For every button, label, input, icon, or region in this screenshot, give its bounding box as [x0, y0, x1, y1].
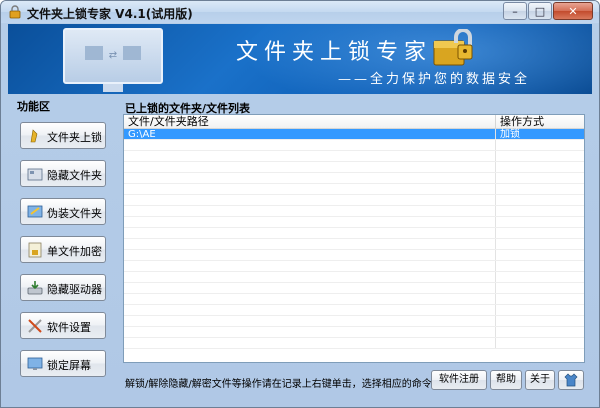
row-op: 加锁: [500, 129, 520, 140]
disguise-folder-icon: [27, 205, 43, 218]
app-lock-icon: [9, 5, 21, 19]
hide-drive-label: 隐藏驱动器: [47, 283, 102, 296]
empty-row: [124, 283, 584, 294]
title-bar[interactable]: 文件夹上锁专家 V4.1(试用版) – □ ✕: [1, 1, 599, 23]
window-title: 文件夹上锁专家 V4.1(试用版): [27, 7, 193, 21]
banner-lock-icon: [433, 29, 473, 66]
header-banner: ⇄ 文件夹上锁专家 ——全力保护您的数据安全: [8, 24, 592, 94]
hide-drive-button[interactable]: 隐藏驱动器: [20, 274, 106, 301]
minimize-button[interactable]: –: [503, 2, 527, 20]
disguise-folder-button[interactable]: 伪装文件夹: [20, 198, 106, 225]
function-panel-title: 功能区: [17, 100, 50, 113]
column-op-header[interactable]: 操作方式: [496, 115, 584, 128]
file-encrypt-icon: [28, 242, 42, 258]
empty-row: [124, 162, 584, 173]
empty-row: [124, 272, 584, 283]
settings-tools-icon: [28, 319, 42, 333]
empty-row: [124, 250, 584, 261]
maximize-button[interactable]: □: [528, 2, 552, 20]
column-path-header[interactable]: 文件/文件夹路径: [124, 115, 496, 128]
empty-row: [124, 305, 584, 316]
empty-row: [124, 228, 584, 239]
skin-button[interactable]: [558, 370, 584, 390]
list-header: 文件/文件夹路径 操作方式: [124, 115, 584, 129]
row-path: G:\AE: [124, 129, 496, 140]
monitor-graphic: ⇄: [63, 28, 163, 92]
empty-row: [124, 338, 584, 349]
table-row[interactable]: G:\AE 加锁: [124, 129, 584, 140]
usage-hint: 解锁/解除隐藏/解密文件等操作请在记录上右键单击，选择相应的命令。: [125, 379, 442, 390]
empty-row: [124, 316, 584, 327]
register-button[interactable]: 软件注册: [431, 370, 487, 390]
disguise-folder-label: 伪装文件夹: [47, 207, 102, 220]
banner-title: 文件夹上锁专家: [236, 40, 433, 65]
function-panel: 功能区 文件夹上锁 隐藏文件夹 伪装文件夹 单文件加密 隐藏驱动器 软件设置 锁…: [13, 98, 113, 388]
empty-row: [124, 151, 584, 162]
hide-drive-icon: [27, 281, 43, 295]
file-encrypt-label: 单文件加密: [47, 245, 102, 258]
empty-row: [124, 184, 584, 195]
folder-lock-button[interactable]: 文件夹上锁: [20, 122, 106, 149]
empty-row: [124, 239, 584, 250]
hide-folder-button[interactable]: 隐藏文件夹: [20, 160, 106, 187]
lock-screen-icon: [27, 357, 43, 370]
empty-row: [124, 195, 584, 206]
file-encrypt-button[interactable]: 单文件加密: [20, 236, 106, 263]
empty-row: [124, 217, 584, 228]
folder-lock-icon: [30, 129, 38, 143]
settings-button[interactable]: 软件设置: [20, 312, 106, 339]
empty-row: [124, 261, 584, 272]
close-button[interactable]: ✕: [553, 2, 593, 20]
locked-items-list[interactable]: 文件/文件夹路径 操作方式 G:\AE 加锁: [123, 114, 585, 363]
empty-row: [124, 327, 584, 338]
settings-label: 软件设置: [47, 321, 91, 334]
lock-screen-label: 锁定屏幕: [47, 359, 91, 372]
about-button[interactable]: 关于: [525, 370, 555, 390]
hide-folder-label: 隐藏文件夹: [47, 169, 102, 182]
help-button[interactable]: 帮助: [490, 370, 522, 390]
main-window: 文件夹上锁专家 V4.1(试用版) – □ ✕ ⇄ 文件夹上锁专家 ——全力保护…: [0, 0, 600, 408]
folder-lock-label: 文件夹上锁: [47, 131, 102, 144]
empty-row: [124, 140, 584, 151]
empty-row: [124, 294, 584, 305]
lock-screen-button[interactable]: 锁定屏幕: [20, 350, 106, 377]
banner-subtitle: ——全力保护您的数据安全: [338, 72, 531, 87]
svg-text:⇄: ⇄: [109, 50, 117, 61]
shirt-icon: [564, 373, 578, 387]
empty-row: [124, 206, 584, 217]
empty-row: [124, 173, 584, 184]
hide-folder-icon: [27, 168, 43, 181]
